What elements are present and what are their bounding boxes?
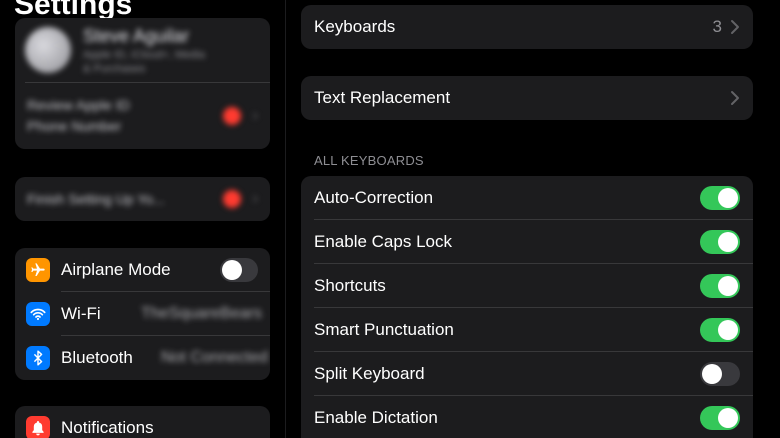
- finish-setup-row[interactable]: Finish Setting Up Yo... ›: [15, 177, 270, 221]
- toggle-label: Enable Dictation: [314, 408, 438, 427]
- shortcuts-toggle[interactable]: [700, 274, 740, 298]
- sidebar-item-notifications[interactable]: Notifications: [15, 406, 270, 438]
- enable-caps-lock-toggle[interactable]: [700, 230, 740, 254]
- keyboards-count: 3: [712, 17, 722, 36]
- split-keyboard-toggle[interactable]: [700, 362, 740, 386]
- wifi-network-value: TheSquareBears: [141, 305, 262, 322]
- profile-subtitle-2: & Purchases: [83, 62, 146, 75]
- notification-badge: [222, 107, 241, 125]
- split-keyboard-row: Split Keyboard: [301, 352, 753, 396]
- all-keyboards-group: Auto-Correction Enable Caps Lock Shortcu…: [301, 176, 753, 438]
- auto-correction-toggle[interactable]: [700, 186, 740, 210]
- apple-id-notice-line2: Phone Number: [27, 118, 122, 134]
- sidebar: Settings Steve Aguilar Apple ID, iCloud+…: [0, 0, 286, 438]
- notification-badge: [222, 190, 241, 208]
- keyboards-group: Keyboards 3: [301, 5, 753, 49]
- apple-id-notice-line1: Review Apple ID: [27, 97, 130, 113]
- auto-correction-row: Auto-Correction: [301, 176, 753, 220]
- avatar: [25, 27, 71, 73]
- text-replacement-row[interactable]: Text Replacement: [301, 76, 753, 120]
- smart-punctuation-toggle[interactable]: [700, 318, 740, 342]
- wifi-icon: [26, 302, 50, 326]
- section-header-all-keyboards: ALL KEYBOARDS: [314, 153, 424, 168]
- chevron-right-icon: ›: [252, 190, 258, 207]
- text-replacement-group: Text Replacement: [301, 76, 753, 120]
- connectivity-card: Airplane Mode Wi-Fi TheSquareBears Bluet…: [15, 248, 270, 380]
- sidebar-item-airplane-mode[interactable]: Airplane Mode: [15, 248, 270, 292]
- airplane-icon: [26, 258, 50, 282]
- bluetooth-status-value: Not Connected: [161, 349, 268, 366]
- toggle-label: Smart Punctuation: [314, 320, 454, 339]
- toggle-label: Split Keyboard: [314, 364, 425, 383]
- chevron-right-icon: ›: [252, 107, 258, 124]
- sidebar-item-label: Bluetooth: [61, 348, 133, 367]
- finish-setup-card: Finish Setting Up Yo... ›: [15, 177, 270, 221]
- sidebar-item-wifi[interactable]: Wi-Fi TheSquareBears: [15, 292, 270, 336]
- apple-id-notice-row[interactable]: Review Apple ID Phone Number ›: [15, 83, 270, 149]
- profile-name: Steve Aguilar: [83, 25, 190, 46]
- enable-caps-lock-row: Enable Caps Lock: [301, 220, 753, 264]
- profile-subtitle-1: Apple ID, iCloud+, Media: [83, 48, 205, 61]
- smart-punctuation-row: Smart Punctuation: [301, 308, 753, 352]
- chevron-right-icon: [731, 91, 739, 105]
- account-card: Steve Aguilar Apple ID, iCloud+, Media &…: [15, 18, 270, 149]
- sidebar-item-label: Airplane Mode: [61, 260, 171, 279]
- airplane-mode-toggle[interactable]: [220, 258, 258, 282]
- enable-dictation-toggle[interactable]: [700, 406, 740, 430]
- toggle-label: Shortcuts: [314, 276, 386, 295]
- sidebar-item-label: Notifications: [61, 418, 154, 437]
- notifications-card: Notifications: [15, 406, 270, 438]
- keyboards-label: Keyboards: [314, 17, 396, 36]
- finish-setup-label: Finish Setting Up Yo...: [27, 191, 165, 207]
- toggle-label: Enable Caps Lock: [314, 232, 452, 251]
- enable-dictation-row: Enable Dictation: [301, 396, 753, 438]
- text-replacement-label: Text Replacement: [314, 88, 451, 107]
- detail-pane: Keyboards 3 Text Replacement ALL KEYBOAR…: [287, 0, 780, 438]
- sidebar-item-bluetooth[interactable]: Bluetooth Not Connected: [15, 336, 270, 380]
- toggle-label: Auto-Correction: [314, 188, 434, 207]
- sidebar-item-label: Wi-Fi: [61, 304, 101, 323]
- bell-icon: [26, 416, 50, 438]
- keyboards-row[interactable]: Keyboards 3: [301, 5, 753, 49]
- shortcuts-row: Shortcuts: [301, 264, 753, 308]
- chevron-right-icon: [731, 20, 739, 34]
- profile-row[interactable]: Steve Aguilar Apple ID, iCloud+, Media &…: [15, 18, 270, 82]
- bluetooth-icon: [26, 346, 50, 370]
